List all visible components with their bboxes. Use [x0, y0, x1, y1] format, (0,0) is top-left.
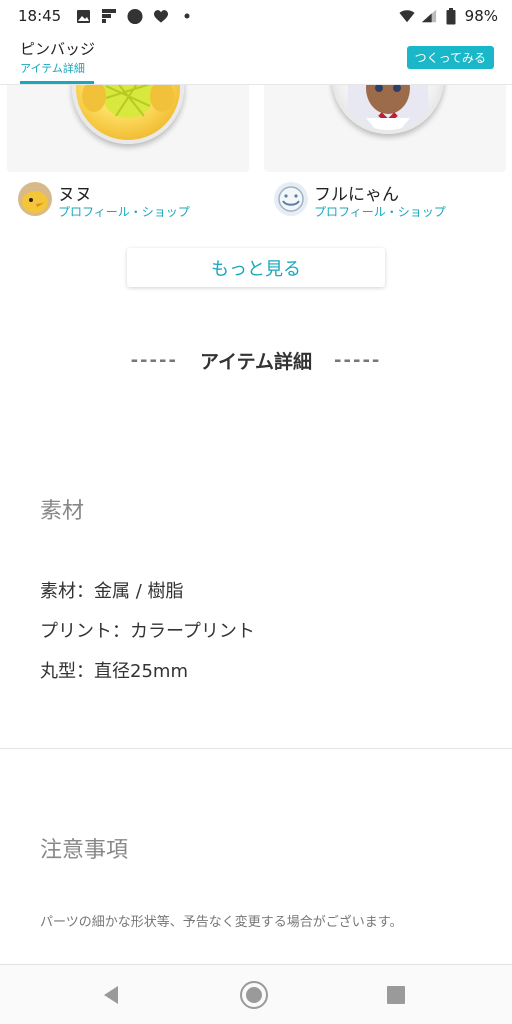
status-bar: 18:45 98% — [0, 0, 512, 32]
avatar[interactable] — [18, 182, 52, 216]
active-tab-indicator — [20, 81, 94, 84]
notice-heading: 注意事項 — [40, 838, 129, 863]
spec-print: プリント：カラープリント — [40, 621, 255, 642]
spec-material: 素材：金属 / 樹脂 — [40, 581, 184, 602]
heading-dashes-left: ----- — [130, 349, 178, 371]
notice-text: パーツの細かな形状等、予告なく変更する場合がございます。 — [40, 915, 403, 930]
avatar[interactable] — [274, 182, 308, 216]
recents-icon[interactable] — [380, 979, 412, 1011]
image-icon — [75, 8, 91, 24]
status-time: 18:45 — [18, 7, 62, 25]
heart-icon — [153, 8, 169, 24]
home-icon[interactable] — [238, 979, 270, 1011]
seller-name[interactable]: フルにゃん — [314, 180, 399, 205]
show-more-button[interactable]: もっと見る — [127, 248, 385, 287]
back-icon[interactable] — [95, 979, 127, 1011]
battery-icon — [443, 7, 459, 24]
signal-icon — [421, 8, 437, 24]
circle-icon — [127, 8, 143, 24]
spec-shape: 丸型：直径25mm — [40, 661, 188, 682]
heading-dashes-right: ----- — [334, 349, 382, 371]
app-header: ピンバッジ アイテム詳細 つくってみる — [0, 32, 512, 85]
divider — [0, 748, 512, 749]
battery-level: 98% — [464, 7, 498, 25]
profile-shop-link[interactable]: プロフィール・ショップ — [58, 203, 190, 220]
profile-shop-link[interactable]: プロフィール・ショップ — [314, 203, 446, 220]
section-title: アイテム詳細 — [199, 350, 313, 373]
make-button[interactable]: つくってみる — [406, 46, 494, 69]
wifi-icon — [399, 8, 415, 24]
material-heading: 素材 — [40, 499, 85, 524]
seller-name[interactable]: ヌヌ — [58, 180, 92, 205]
tab-item-detail[interactable]: アイテム詳細 — [20, 60, 85, 76]
page-title: ピンバッジ — [20, 40, 96, 58]
navigation-bar — [0, 964, 512, 1024]
section-heading: ----- アイテム詳細 ----- — [0, 346, 512, 374]
flipboard-icon — [101, 8, 117, 24]
dot-icon — [179, 8, 195, 24]
